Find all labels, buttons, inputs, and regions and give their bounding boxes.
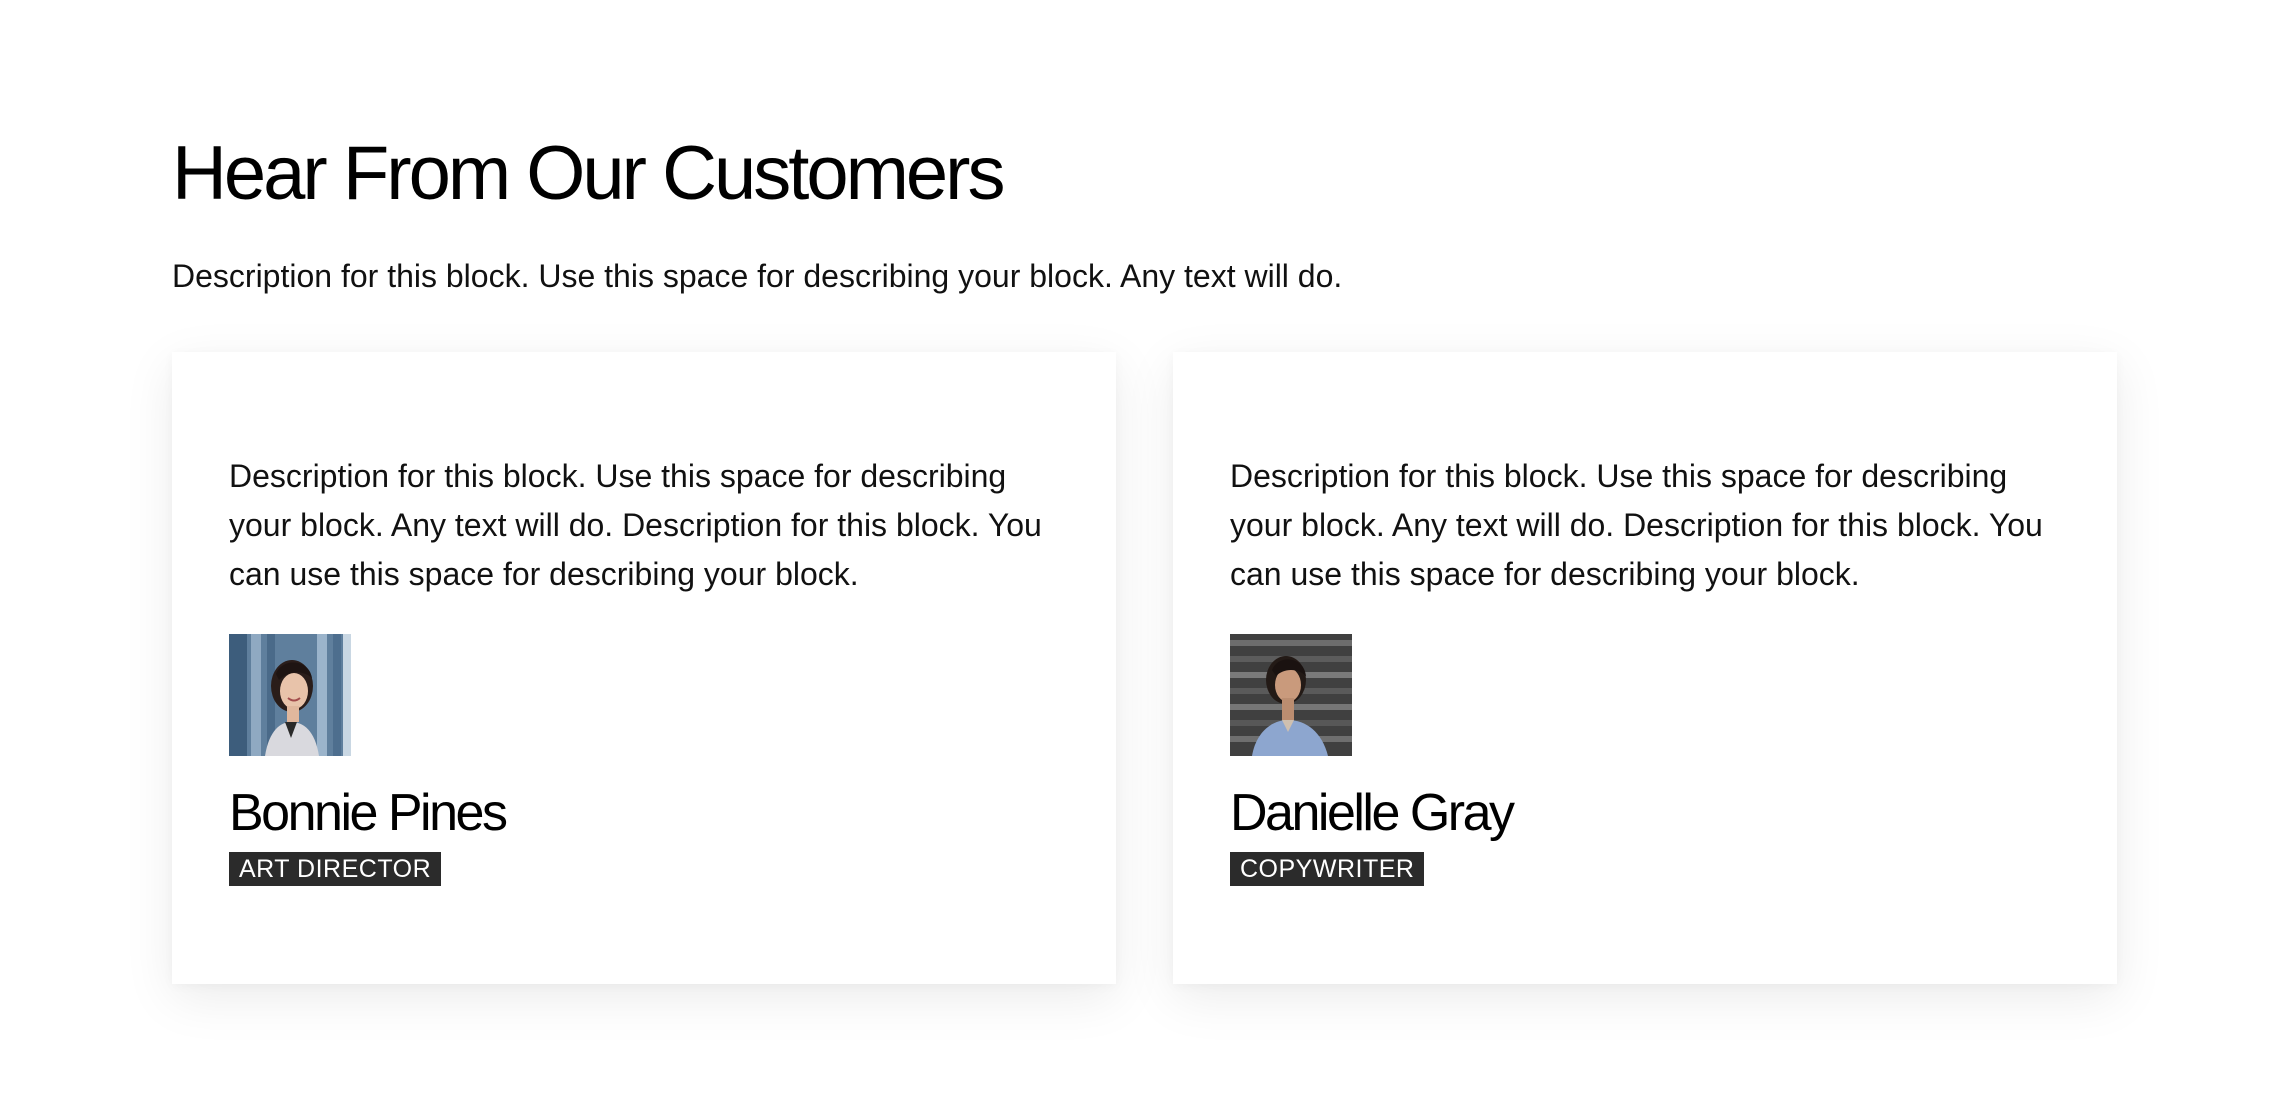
testimonial-card: Description for this block. Use this spa… xyxy=(172,352,1116,984)
person-photo-icon xyxy=(1230,634,1352,756)
avatar xyxy=(229,634,351,756)
testimonial-name: Danielle Gray xyxy=(1230,784,1515,842)
testimonial-quote: Description for this block. Use this spa… xyxy=(1230,458,2043,592)
testimonial-card: Description for this block. Use this spa… xyxy=(1173,352,2117,984)
testimonial-quote: Description for this block. Use this spa… xyxy=(229,458,1042,592)
section-description: Description for this block. Use this spa… xyxy=(172,258,1343,294)
section-title: Hear From Our Customers xyxy=(172,131,1005,216)
testimonial-name: Bonnie Pines xyxy=(229,784,508,842)
role-badge: COPYWRITER xyxy=(1230,852,1425,886)
testimonials-section: Hear From Our Customers Description for … xyxy=(0,0,2294,1110)
person-photo-icon xyxy=(229,634,351,756)
avatar xyxy=(1230,634,1352,756)
role-badge: ART DIRECTOR xyxy=(229,852,442,886)
